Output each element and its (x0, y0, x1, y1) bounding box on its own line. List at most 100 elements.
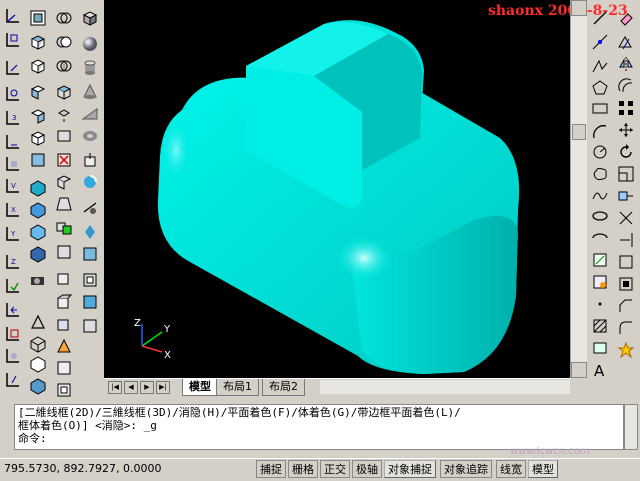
scale-icon[interactable] (616, 164, 636, 184)
horizontal-scrollbar[interactable] (320, 380, 570, 394)
ucs-3point-icon[interactable]: 3 (2, 108, 22, 128)
torus-icon[interactable] (80, 126, 100, 146)
shell-icon[interactable] (54, 380, 74, 400)
offset-icon[interactable] (616, 76, 636, 96)
osnap-toggle[interactable]: 对象捕捉 (384, 460, 436, 478)
flat-shaded-icon[interactable] (28, 376, 48, 396)
color-edges-icon[interactable] (54, 292, 74, 312)
extrude-icon[interactable] (80, 150, 100, 170)
prev-tab-icon[interactable]: ◀ (124, 381, 138, 394)
hidden-icon[interactable] (28, 354, 48, 374)
rotate-icon[interactable] (616, 142, 636, 162)
top-view-icon[interactable] (28, 32, 48, 52)
ucs-y-icon[interactable]: Y (2, 224, 22, 244)
section-icon[interactable] (80, 222, 100, 242)
front-view-icon[interactable] (28, 128, 48, 148)
ucs-named-icon[interactable] (2, 324, 22, 344)
ucs-icon[interactable] (2, 6, 22, 26)
model-toggle[interactable]: 模型 (528, 460, 558, 478)
arc-icon[interactable] (590, 122, 610, 142)
tab-layout1[interactable]: 布局1 (216, 379, 259, 396)
polygon-icon[interactable] (590, 78, 610, 98)
sw-iso-icon[interactable] (28, 178, 48, 198)
trim-icon[interactable] (616, 208, 636, 228)
ucs-face-icon[interactable] (2, 154, 22, 174)
otrack-toggle[interactable]: 对象追踪 (440, 460, 492, 478)
extrude-faces-icon[interactable] (54, 82, 74, 102)
cone-icon[interactable] (80, 82, 100, 102)
ucs-x-icon[interactable]: X (2, 200, 22, 220)
circle-icon[interactable] (590, 142, 610, 162)
setup-view-icon[interactable] (80, 292, 100, 312)
next-tab-icon[interactable]: ▶ (140, 381, 154, 394)
hatch-icon[interactable] (590, 316, 610, 336)
first-tab-icon[interactable]: |◀ (108, 381, 122, 394)
scroll-up-arrow-icon[interactable] (571, 0, 587, 16)
polyline-icon[interactable] (590, 56, 610, 76)
right-view-icon[interactable] (28, 106, 48, 126)
break-icon[interactable] (616, 252, 636, 272)
back-view-icon[interactable] (28, 150, 48, 170)
last-tab-icon[interactable]: ▶| (156, 381, 170, 394)
offset-faces-icon[interactable] (54, 126, 74, 146)
imprint-icon[interactable] (54, 314, 74, 334)
move-icon[interactable] (616, 120, 636, 140)
region-icon[interactable] (590, 338, 610, 358)
nw-iso-icon[interactable] (28, 244, 48, 264)
ellipse-arc-icon[interactable] (590, 228, 610, 248)
taper-faces-icon[interactable] (54, 194, 74, 214)
wedge-icon[interactable] (80, 104, 100, 124)
mtext-icon[interactable]: A (590, 360, 610, 380)
copy-edges-icon[interactable] (54, 268, 74, 288)
ne-iso-icon[interactable] (28, 222, 48, 242)
ucs-restore-icon[interactable] (2, 346, 22, 366)
rectangle-icon[interactable] (590, 98, 610, 118)
named-views-icon[interactable] (28, 8, 48, 28)
tab-layout2[interactable]: 布局2 (262, 379, 305, 396)
setup-drawing-icon[interactable] (80, 270, 100, 290)
camera-icon[interactable] (28, 270, 48, 290)
chamfer-icon[interactable] (616, 296, 636, 316)
color-faces-icon[interactable] (54, 242, 74, 262)
erase-icon[interactable] (616, 8, 636, 28)
copy-faces-icon[interactable] (54, 218, 74, 238)
spline-icon[interactable] (590, 186, 610, 206)
explode-icon[interactable] (616, 340, 636, 360)
subtract-icon[interactable] (54, 32, 74, 52)
intersect-icon[interactable] (54, 56, 74, 76)
ucs-apply-icon[interactable] (2, 276, 22, 296)
ucs-world-icon[interactable] (2, 30, 22, 50)
insert-block-icon[interactable] (590, 250, 610, 270)
command-prompt[interactable]: 命令: (18, 432, 620, 445)
slice-icon[interactable] (80, 198, 100, 218)
ellipse-icon[interactable] (590, 206, 610, 226)
extend-icon[interactable] (616, 230, 636, 250)
ortho-toggle[interactable]: 正交 (320, 460, 350, 478)
cylinder-icon[interactable] (80, 58, 100, 78)
3d-wireframe-icon[interactable] (28, 334, 48, 354)
left-view-icon[interactable] (28, 82, 48, 102)
setup-profile-icon[interactable] (80, 316, 100, 336)
lineweight-toggle[interactable]: 线宽 (496, 460, 526, 478)
sphere-icon[interactable] (80, 34, 100, 54)
ucs-origin-icon[interactable] (2, 58, 22, 78)
scroll-thumb[interactable] (572, 124, 586, 140)
grid-toggle[interactable]: 栅格 (288, 460, 318, 478)
bottom-view-icon[interactable] (28, 56, 48, 76)
ucs-manager-icon[interactable] (2, 370, 22, 390)
box-icon[interactable] (80, 8, 100, 28)
ucs-zaxis-icon[interactable] (2, 84, 22, 104)
stretch-icon[interactable] (616, 186, 636, 206)
ucs-prev-icon[interactable] (2, 300, 22, 320)
ucs-z-icon[interactable]: Z (2, 252, 22, 272)
ucs-view-icon[interactable]: V (2, 176, 22, 196)
2d-wireframe-icon[interactable] (28, 312, 48, 332)
clean-icon[interactable] (54, 336, 74, 356)
join-icon[interactable] (616, 274, 636, 294)
ucs-object-icon[interactable] (2, 132, 22, 152)
point-icon[interactable] (590, 294, 610, 314)
delete-faces-icon[interactable] (54, 150, 74, 170)
interfere-icon[interactable] (80, 244, 100, 264)
rotate-faces-icon[interactable] (54, 172, 74, 192)
polar-toggle[interactable]: 极轴 (352, 460, 382, 478)
